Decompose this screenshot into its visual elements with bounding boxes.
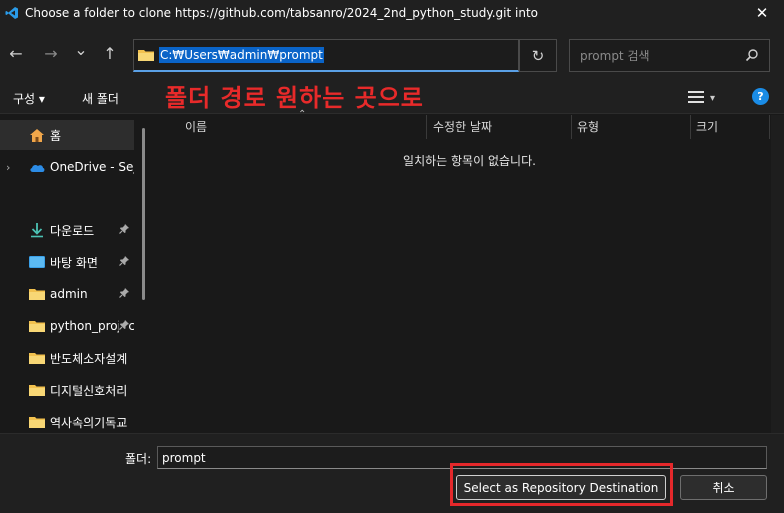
- onedrive-cloud-icon: [29, 159, 45, 175]
- home-icon: [29, 127, 45, 143]
- sidebar-item-label: admin: [50, 287, 88, 301]
- sidebar-item-label: 반도체소자설계: [50, 351, 128, 366]
- refresh-button[interactable]: ↻: [519, 39, 557, 72]
- forward-button[interactable]: →: [40, 42, 62, 64]
- sidebar-item-python-project[interactable]: python_project: [0, 311, 134, 341]
- sidebar-item-christianity-history[interactable]: 역사속의기독교: [0, 407, 134, 433]
- sidebar-item-admin[interactable]: admin: [0, 279, 134, 309]
- sidebar-item-onedrive[interactable]: › OneDrive - Sejong University: [0, 152, 134, 182]
- new-folder-button[interactable]: 새 폴더: [82, 90, 119, 107]
- search-input[interactable]: [570, 48, 735, 63]
- sidebar-item-downloads[interactable]: 다운로드: [0, 215, 134, 245]
- column-divider[interactable]: [426, 115, 427, 139]
- sidebar-item-desktop[interactable]: 바탕 화면: [0, 247, 134, 277]
- empty-folder-message: 일치하는 항목이 없습니다.: [403, 154, 536, 168]
- folder-icon: [138, 48, 154, 62]
- help-button[interactable]: ?: [752, 88, 769, 105]
- window-title: Choose a folder to clone https://github.…: [25, 6, 539, 20]
- folder-label: 폴더:: [125, 452, 152, 466]
- close-button[interactable]: ✕: [752, 3, 772, 23]
- expand-chevron-icon[interactable]: ›: [6, 161, 10, 174]
- title-bar: Choose a folder to clone https://github.…: [0, 0, 784, 26]
- vscode-icon: [5, 6, 19, 20]
- list-view-icon: [688, 90, 704, 107]
- pin-icon: [119, 255, 129, 269]
- cancel-button[interactable]: 취소: [680, 475, 767, 500]
- column-divider[interactable]: [769, 115, 770, 139]
- annotation-text: 폴더 경로 원하는 곳으로: [165, 84, 424, 112]
- pin-icon: [119, 319, 129, 333]
- column-divider[interactable]: [690, 115, 691, 139]
- column-divider[interactable]: [571, 115, 572, 139]
- pin-icon: [119, 287, 129, 301]
- folder-icon: [29, 414, 45, 430]
- navigation-pane: 홈 › OneDrive - Sejong University 다운로드 바탕…: [0, 115, 145, 433]
- file-list-scrollbar[interactable]: [771, 115, 784, 433]
- folder-icon: [29, 318, 45, 334]
- column-header-name[interactable]: 이름: [185, 118, 207, 135]
- sidebar-item-home[interactable]: 홈: [0, 120, 134, 150]
- chevron-down-icon: ▾: [710, 92, 716, 104]
- column-header-date-modified[interactable]: 수정한 날짜: [433, 118, 492, 135]
- search-icon[interactable]: [745, 48, 759, 62]
- sidebar-item-label: 디지털신호처리: [50, 383, 128, 398]
- column-header-type[interactable]: 유형: [577, 118, 599, 135]
- sort-ascending-icon: ⌃: [298, 109, 307, 120]
- folder-icon: [29, 286, 45, 302]
- folder-icon: [29, 382, 45, 398]
- sidebar-item-label: 홈: [50, 128, 62, 143]
- sidebar-item-label: 다운로드: [50, 223, 95, 238]
- recent-locations-button[interactable]: ⌄: [70, 38, 92, 60]
- sidebar-item-label: 바탕 화면: [50, 255, 98, 270]
- sidebar-scrollbar[interactable]: [142, 128, 145, 300]
- search-box[interactable]: [569, 39, 770, 72]
- navigation-bar: ← → ⌄ ↑ C:₩Users₩admin₩prompt ⌄ ↻: [0, 26, 784, 81]
- sidebar-item-label: OneDrive - Sejong University: [50, 160, 134, 174]
- organize-menu[interactable]: 구성 ▾: [13, 90, 45, 107]
- sidebar-item-digital-signal-processing[interactable]: 디지털신호처리: [0, 375, 134, 405]
- up-button[interactable]: ↑: [99, 42, 121, 64]
- back-button[interactable]: ←: [5, 42, 27, 64]
- select-repository-destination-button[interactable]: Select as Repository Destination: [456, 475, 666, 500]
- pin-icon: [119, 223, 129, 237]
- sidebar-item-semiconductor-design[interactable]: 반도체소자설계: [0, 343, 134, 373]
- download-icon: [29, 222, 45, 238]
- sidebar-item-label: 역사속의기독교: [50, 415, 128, 430]
- view-options-button[interactable]: ▾: [688, 88, 728, 108]
- desktop-icon: [29, 254, 45, 270]
- file-list: ⌃ 이름 수정한 날짜 유형 크기 일치하는 항목이 없습니다.: [155, 109, 784, 433]
- dialog-footer: 폴더: Select as Repository Destination 취소: [0, 433, 784, 513]
- address-bar[interactable]: C:₩Users₩admin₩prompt ⌄: [133, 39, 642, 72]
- folder-icon: [29, 350, 45, 366]
- address-path[interactable]: C:₩Users₩admin₩prompt: [159, 47, 324, 63]
- column-header-size[interactable]: 크기: [696, 118, 718, 135]
